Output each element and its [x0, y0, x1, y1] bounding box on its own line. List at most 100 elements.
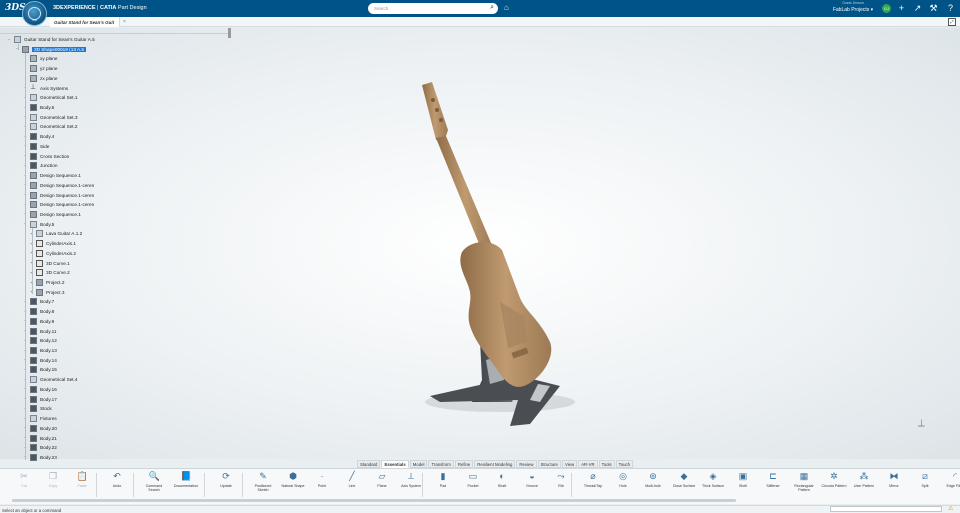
compass-widget[interactable]: V.R — [22, 1, 47, 26]
add-icon[interactable]: + — [896, 2, 907, 14]
action-bar-scrollbar[interactable] — [12, 499, 736, 502]
rib-button[interactable]: ⤳ Rib — [547, 471, 575, 501]
natural-shape-button[interactable]: ⬢ Natural Shape — [279, 471, 307, 501]
body-node-icon — [30, 162, 37, 170]
toolbar-separator — [204, 473, 205, 497]
command-label: Point — [317, 484, 327, 488]
search-icon[interactable]: ⌕ — [490, 4, 494, 12]
section-tabs: Standard Essentials Model Transform Refine Re… — [357, 460, 634, 468]
tab-ar-vr[interactable]: AR-VR — [578, 460, 598, 468]
documentation-button[interactable]: 📘 Documentation — [172, 471, 200, 501]
tools-icon[interactable]: ⚒ — [928, 2, 939, 14]
tree-separator — [0, 33, 230, 34]
command-label: Natural Shape — [281, 484, 305, 488]
point-icon: · — [320, 471, 324, 481]
axis-system-button[interactable]: ⟂ Axis System — [397, 471, 425, 501]
tab-structure[interactable]: Structure — [537, 460, 561, 468]
edge-fillet-button[interactable]: ◜ Edge Fillet — [941, 471, 960, 501]
tree-node-label: Lava Guitar A.1.2 — [46, 231, 83, 237]
tree-node-label: Design Sequence.1 — [40, 211, 81, 217]
search-input[interactable]: Search — [374, 6, 388, 11]
body-node-icon — [30, 317, 37, 325]
pad-button[interactable]: ▮ Pad — [429, 471, 457, 501]
specification-tree[interactable]: Guitar Stand for Sean's Guitar A.5 − 3D Sh… — [0, 36, 232, 461]
positioned-sketch-button[interactable]: ✎ Positioned Sketch — [249, 471, 277, 501]
maximize-icon[interactable]: ⤢ — [948, 18, 956, 26]
seq-node-icon — [36, 279, 43, 286]
command-search-button[interactable]: 🔍 Command Search — [140, 471, 168, 501]
guitar-model[interactable] — [400, 80, 580, 440]
paste-button[interactable]: 📋 Paste — [68, 471, 96, 501]
tree-node-label: Geometrical Set.3 — [40, 114, 78, 120]
groove-button[interactable]: ◒ Groove — [518, 471, 546, 501]
tab-transform[interactable]: Transform — [428, 460, 454, 468]
seq-node-icon — [30, 191, 37, 199]
tab-tools[interactable]: Tools — [598, 460, 615, 468]
point-button[interactable]: · Point — [308, 471, 336, 501]
rectangular-pattern-button[interactable]: ▦ Rectangular Pattern — [790, 471, 818, 501]
tree-node-label: Body.23 — [40, 454, 57, 460]
command-label: Shell — [739, 484, 747, 488]
line-button[interactable]: ╱ Line — [338, 471, 366, 501]
update-button[interactable]: ⟳ Update — [212, 471, 240, 501]
hole-button[interactable]: ◎ Hole — [609, 471, 637, 501]
command-label: Multi-hole — [645, 484, 661, 488]
tuning-peg — [431, 98, 435, 102]
thick-surface-button[interactable]: ◈ Thick Surface — [699, 471, 727, 501]
guitar-headstock[interactable] — [422, 82, 448, 142]
status-bar: Select an object or a command — [0, 505, 960, 513]
search-box[interactable]: Search ⌕ — [368, 3, 498, 14]
geo-node-icon — [30, 220, 37, 228]
undo-icon: ↶ — [113, 471, 121, 481]
mirror-button[interactable]: ⧓ Mirror — [880, 471, 908, 501]
avatar[interactable]: GJ — [882, 4, 891, 13]
rect-pattern-icon: ▦ — [799, 471, 809, 481]
shell-button[interactable]: ▣ Shell — [729, 471, 757, 501]
multi-hole-button[interactable]: ⊚ Multi-hole — [639, 471, 667, 501]
warning-icon[interactable]: ⚠ — [948, 505, 953, 512]
copy-button[interactable]: ❐ Copy — [39, 471, 67, 501]
toolbar-separator — [96, 473, 97, 497]
sketch-icon: ✎ — [259, 471, 267, 481]
groove-icon: ◒ — [529, 471, 535, 481]
command-label: Positioned Sketch — [254, 484, 272, 493]
share-icon[interactable]: ↗ — [912, 2, 923, 14]
tab-touch[interactable]: Touch — [615, 460, 634, 468]
tab-refine[interactable]: Refine — [454, 460, 474, 468]
tab-review[interactable]: Review — [516, 460, 537, 468]
document-tab[interactable]: Guitar Stand for Sean's Guit — [50, 17, 120, 27]
tab-close-icon[interactable]: × — [123, 19, 126, 25]
close-surface-button[interactable]: ◆ Close Surface — [670, 471, 698, 501]
command-search-icon: 🔍 — [148, 471, 160, 481]
command-input[interactable] — [830, 506, 942, 512]
user-info[interactable]: Guest Jhnson FabLab Projects ▾ — [825, 1, 881, 13]
tab-standard[interactable]: Standard — [357, 460, 381, 468]
help-icon[interactable]: ? — [945, 2, 956, 14]
tab-essentials[interactable]: Essentials — [381, 460, 409, 468]
cut-button[interactable]: ✂ Cut — [10, 471, 38, 501]
tree-node-label: Body.7 — [40, 299, 55, 305]
axis-triad-icon[interactable]: ⟂ — [918, 418, 925, 429]
user-pattern-button[interactable]: ⁂ User Pattern — [850, 471, 878, 501]
command-label: Pocket — [467, 484, 479, 488]
guitar-neck[interactable] — [436, 136, 494, 256]
tree-node-label: Fixtures — [40, 416, 57, 422]
tab-model[interactable]: Model — [409, 460, 428, 468]
expand-toggle-icon[interactable]: − — [8, 37, 12, 42]
tab-resilient-modeling[interactable]: Resilient Modeling — [474, 460, 516, 468]
tag-icon[interactable]: ⌂ — [504, 3, 509, 12]
circular-pattern-button[interactable]: ✲ Circular Pattern — [820, 471, 848, 501]
tab-view[interactable]: View — [561, 460, 578, 468]
tree-node-label: Body.6 — [40, 105, 55, 111]
project-selector[interactable]: FabLab Projects ▾ — [825, 7, 881, 13]
pocket-button[interactable]: ▭ Pocket — [459, 471, 487, 501]
plane-button[interactable]: ▱ Plane — [368, 471, 396, 501]
split-button[interactable]: ⧄ Split — [911, 471, 939, 501]
tree-node-label: Guitar Stand for Sean's Guitar A.5 — [24, 37, 95, 42]
shaft-button[interactable]: ◐ Shaft — [488, 471, 516, 501]
command-label: Hole — [619, 484, 627, 488]
undo-button[interactable]: ↶ Undo — [103, 471, 131, 501]
thread-tap-button[interactable]: ⌀ Thread/Tap — [579, 471, 607, 501]
command-label: Cut — [21, 484, 27, 488]
stiffener-button[interactable]: ⊏ Stiffener — [759, 471, 787, 501]
